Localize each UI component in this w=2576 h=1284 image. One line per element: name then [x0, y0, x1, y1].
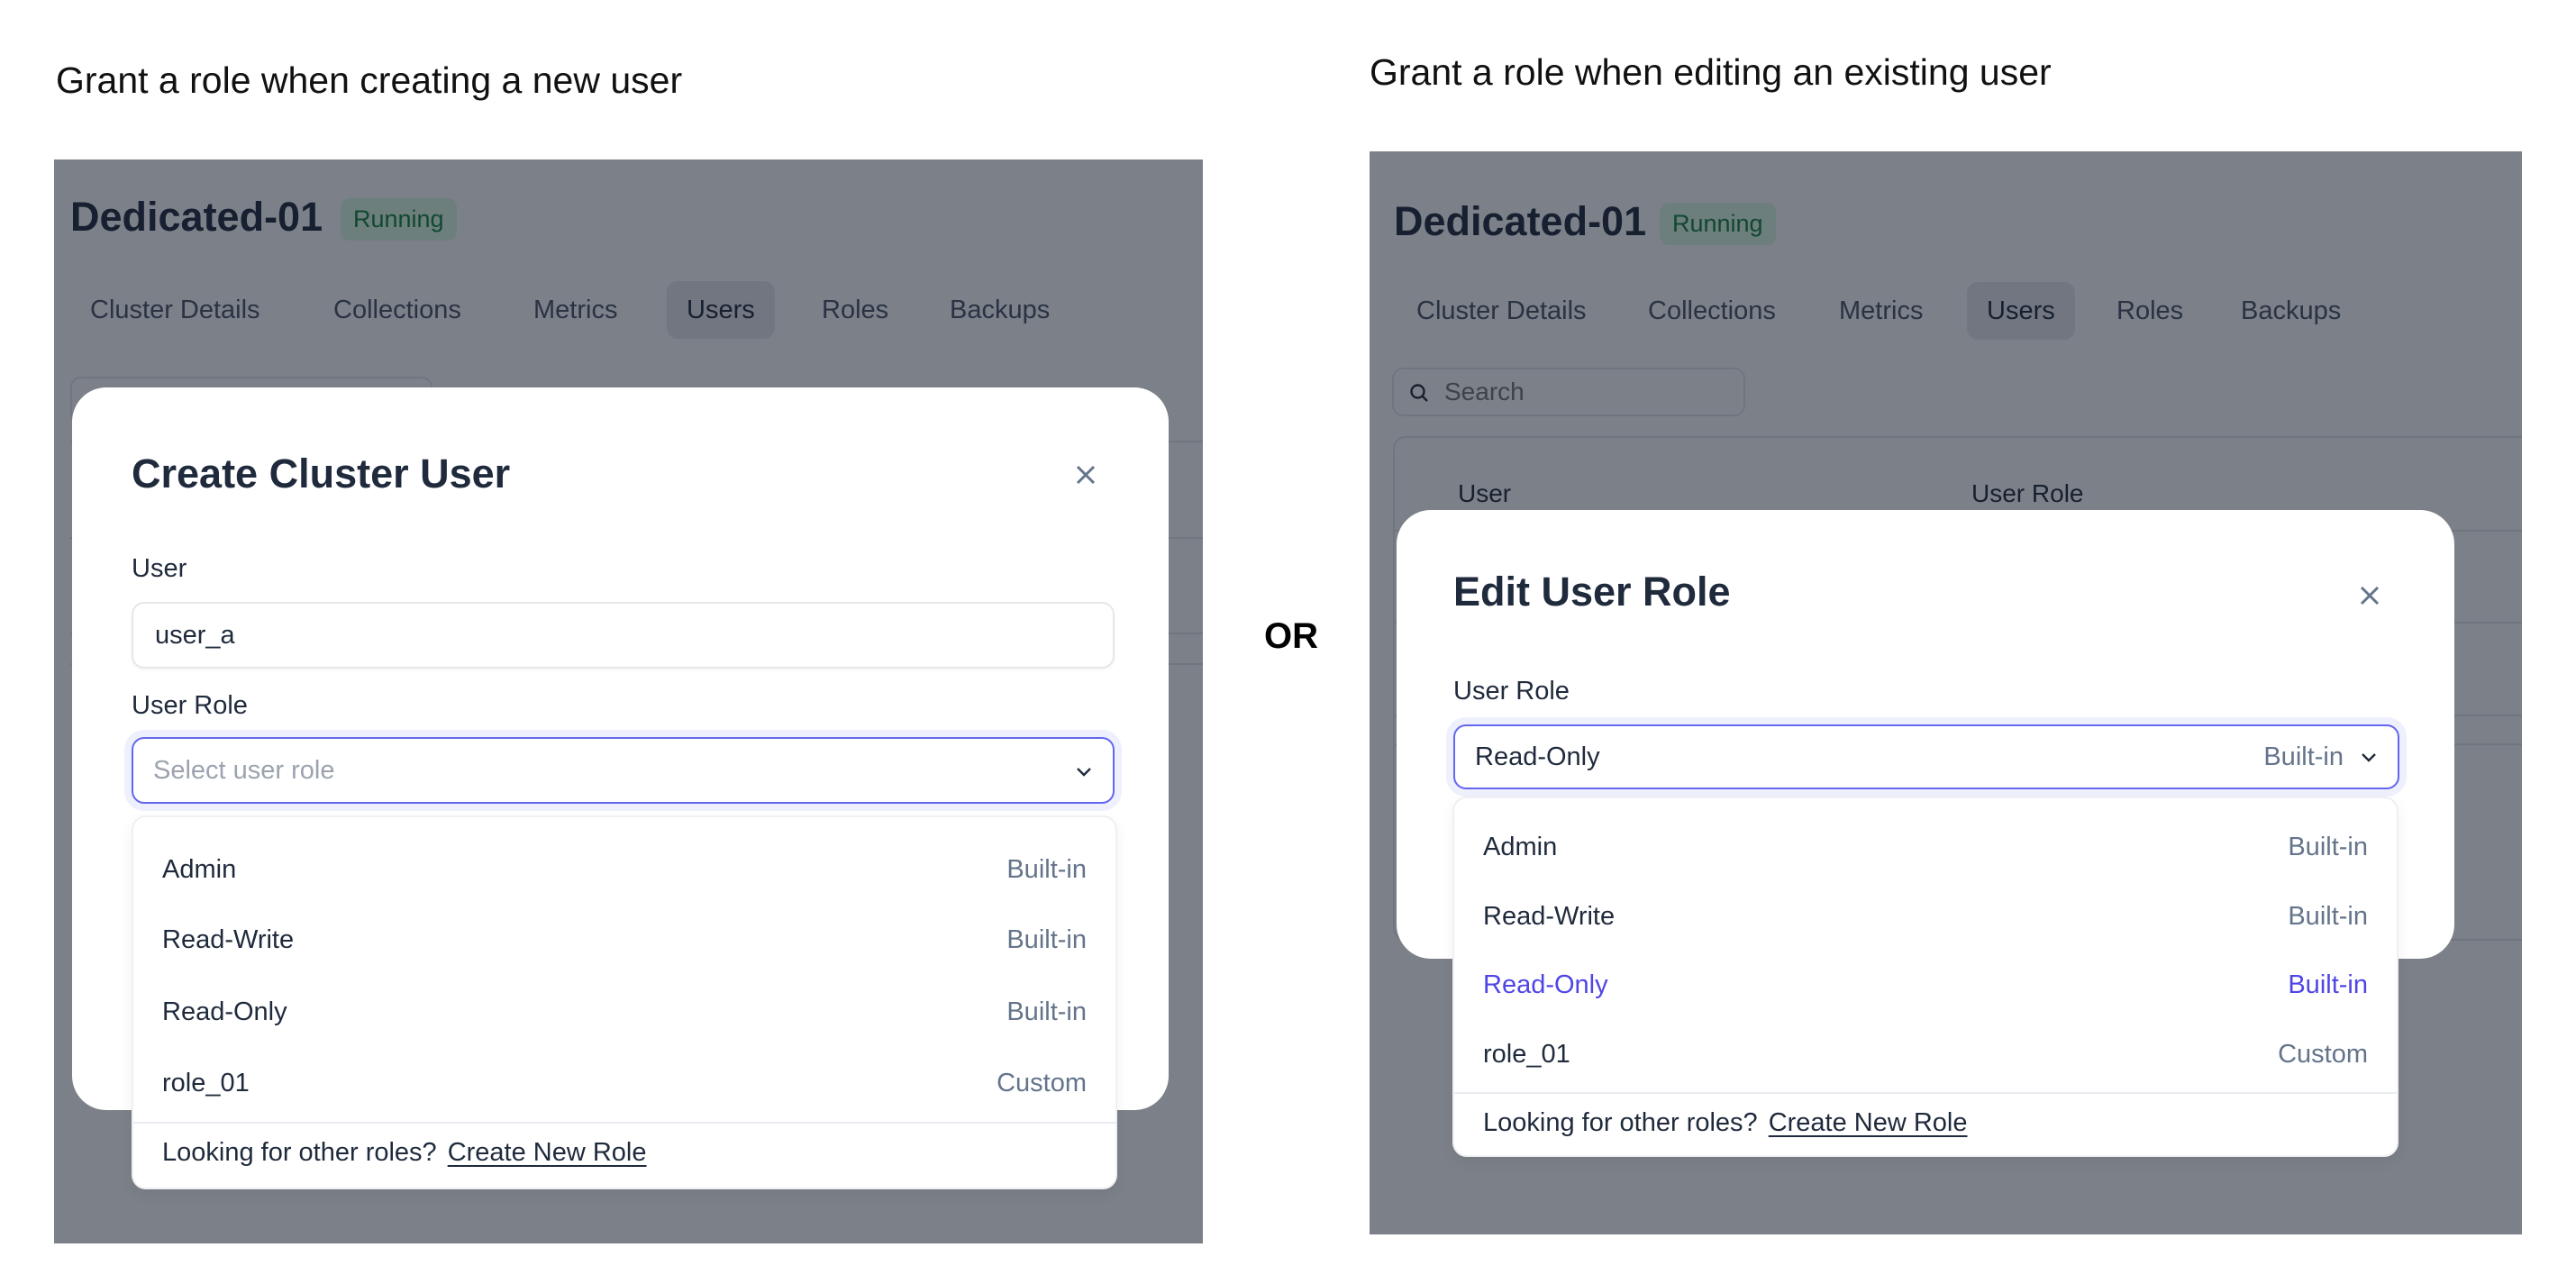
user-input-value: user_a	[155, 621, 235, 650]
close-icon[interactable]	[1068, 457, 1104, 493]
role-option-admin[interactable]: Admin Built-in	[133, 835, 1115, 904]
option-label: Read-Write	[162, 925, 295, 954]
option-tag: Built-in	[2288, 833, 2368, 861]
user-role-dropdown: Admin Built-in Read-Write Built-in Read-…	[1452, 797, 2399, 1157]
dropdown-divider	[1454, 1092, 2397, 1094]
dropdown-footer: Looking for other roles? Create New Role	[162, 1125, 647, 1179]
role-option-read-only[interactable]: Read-Only Built-in	[133, 978, 1115, 1046]
option-label: role_01	[1483, 1040, 1570, 1069]
dropdown-footer: Looking for other roles? Create New Role	[1483, 1096, 1968, 1150]
option-tag: Built-in	[1006, 997, 1087, 1026]
user-role-selected-value: Read-Only	[1475, 742, 1600, 771]
option-label: Admin	[162, 855, 237, 884]
option-label: Read-Only	[1483, 970, 1608, 999]
chevron-down-icon	[1077, 768, 1091, 777]
modal-title: Edit User Role	[1453, 569, 1731, 615]
option-label: Admin	[1483, 833, 1558, 861]
user-role-label: User Role	[1453, 677, 1570, 706]
option-tag: Built-in	[1006, 925, 1087, 954]
user-role-selected-tag: Built-in	[2263, 742, 2344, 771]
close-icon[interactable]	[2352, 578, 2388, 614]
create-user-heading: Grant a role when creating a new user	[56, 59, 683, 101]
option-label: Read-Only	[162, 997, 287, 1026]
option-tag: Built-in	[2288, 902, 2368, 931]
or-separator: OR	[1264, 616, 1318, 656]
footer-text: Looking for other roles?	[162, 1138, 437, 1167]
option-tag: Built-in	[2288, 970, 2368, 999]
create-user-screenshot-panel: Dedicated-01 Running Cluster Details Col…	[54, 159, 1203, 1243]
role-option-read-write[interactable]: Read-Write Built-in	[1454, 882, 2397, 951]
footer-text: Looking for other roles?	[1483, 1108, 1758, 1137]
user-role-dropdown: Admin Built-in Read-Write Built-in Read-…	[132, 815, 1117, 1189]
create-new-role-link[interactable]: Create New Role	[448, 1138, 647, 1167]
role-option-read-write[interactable]: Read-Write Built-in	[133, 906, 1115, 974]
edit-user-heading: Grant a role when editing an existing us…	[1370, 51, 2052, 93]
modal-title: Create Cluster User	[132, 451, 511, 496]
role-option-role-01[interactable]: role_01 Custom	[133, 1049, 1115, 1117]
option-tag: Custom	[2278, 1040, 2368, 1069]
option-label: Read-Write	[1483, 902, 1616, 931]
edit-user-screenshot-panel: Dedicated-01 Running Cluster Details Col…	[1370, 151, 2522, 1234]
role-option-read-only[interactable]: Read-Only Built-in	[1454, 951, 2397, 1019]
create-new-role-link[interactable]: Create New Role	[1769, 1108, 1968, 1137]
role-option-admin[interactable]: Admin Built-in	[1454, 813, 2397, 881]
option-tag: Built-in	[1006, 855, 1087, 884]
role-option-role-01[interactable]: role_01 Custom	[1454, 1020, 2397, 1088]
user-label: User	[132, 554, 187, 583]
option-label: role_01	[162, 1069, 250, 1097]
user-input[interactable]: user_a	[132, 602, 1115, 669]
user-role-placeholder: Select user role	[153, 756, 335, 785]
user-role-select[interactable]: Select user role	[132, 737, 1115, 804]
chevron-down-icon	[2362, 753, 2376, 762]
user-role-label: User Role	[132, 691, 248, 720]
user-role-select[interactable]: Read-Only Built-in	[1453, 724, 2399, 789]
option-tag: Custom	[997, 1069, 1087, 1097]
dropdown-divider	[133, 1122, 1115, 1124]
